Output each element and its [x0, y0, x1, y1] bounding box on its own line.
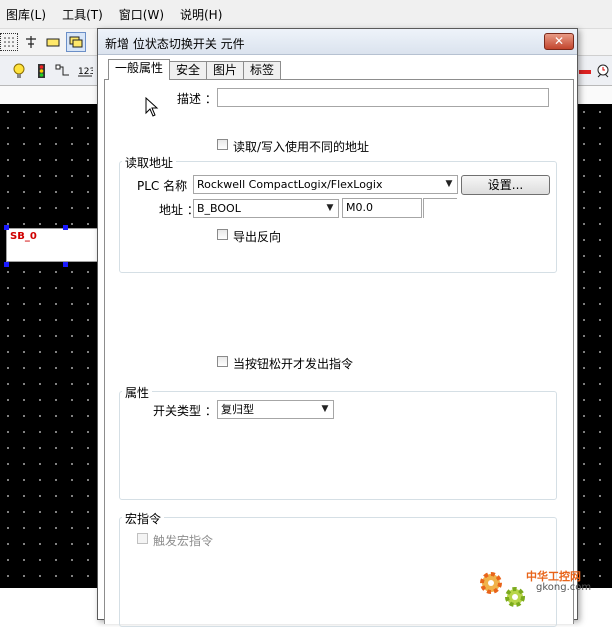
- address-suffix-input[interactable]: [423, 198, 457, 218]
- switch-type-label: 开关类型 ：: [153, 404, 217, 418]
- chevron-down-icon: ▼: [326, 203, 334, 213]
- resize-handle[interactable]: [4, 225, 9, 230]
- invert-output-label: 导出反向: [233, 230, 282, 244]
- mouse-cursor-icon: [145, 96, 159, 120]
- address-type-select[interactable]: B_BOOL ▼: [193, 199, 339, 218]
- plc-name-select[interactable]: Rockwell CompactLogix/FlexLogix ▼: [193, 175, 458, 194]
- grid-icon[interactable]: [0, 33, 18, 51]
- menu-bar: 图库(L) 工具(T) 窗口(W) 说明(H): [0, 0, 612, 28]
- tab-security[interactable]: 安全: [169, 61, 208, 80]
- description-input[interactable]: [217, 88, 549, 107]
- rw-diff-address-label: 读取/写入使用不同的地址: [233, 140, 370, 154]
- watermark-url: gkong.com: [536, 582, 592, 593]
- watermark: 中华工控网 gkong.com: [474, 562, 610, 618]
- resize-handle[interactable]: [63, 225, 68, 230]
- switch-icon[interactable]: [54, 62, 72, 80]
- rectangle-icon[interactable]: [44, 33, 62, 51]
- macro-title: 宏指令: [122, 510, 165, 527]
- menu-tools[interactable]: 工具(T): [62, 6, 103, 23]
- lightbulb-icon[interactable]: [10, 62, 28, 80]
- read-address-title: 读取地址: [122, 154, 177, 171]
- tab-general[interactable]: 一般属性: [108, 59, 171, 80]
- release-trigger-checkbox[interactable]: [217, 356, 228, 367]
- menu-library[interactable]: 图库(L): [6, 6, 46, 23]
- trigger-macro-checkbox[interactable]: [137, 533, 148, 544]
- attributes-title: 属性: [122, 384, 153, 401]
- address-type-value: B_BOOL: [197, 202, 241, 215]
- traffic-light-icon[interactable]: [32, 62, 50, 80]
- trigger-macro-label: 触发宏指令: [153, 534, 214, 548]
- layers-icon[interactable]: [66, 32, 86, 52]
- dialog-titlebar[interactable]: 新增 位状态切换开关 元件 ✕: [98, 29, 577, 55]
- description-label: 描述 ：: [177, 92, 217, 106]
- settings-button[interactable]: 设置...: [461, 175, 550, 195]
- dialog-title: 新增 位状态切换开关 元件: [105, 37, 245, 51]
- tab-picture[interactable]: 图片: [206, 61, 245, 80]
- close-icon: ✕: [553, 34, 565, 48]
- chevron-down-icon: ▼: [445, 179, 453, 189]
- tab-page-general: 描述 ： 读取/写入使用不同的地址 读取地址 PLC 名称 ： Rockwell…: [104, 79, 574, 627]
- chevron-down-icon: ▼: [321, 404, 329, 414]
- numeric-icon[interactable]: 123: [76, 62, 94, 80]
- new-element-dialog: 新增 位状态切换开关 元件 ✕ 一般属性 安全 图片 标签 描述 ： 读取/写入…: [97, 28, 578, 627]
- menu-help[interactable]: 说明(H): [180, 6, 222, 23]
- menu-window[interactable]: 窗口(W): [119, 6, 164, 23]
- tab-strip: 一般属性 安全 图片 标签: [108, 59, 282, 80]
- switch-type-select[interactable]: 复归型 ▼: [217, 400, 334, 419]
- tab-label[interactable]: 标签: [243, 61, 282, 80]
- canvas-element-sb0[interactable]: SB_0: [6, 228, 98, 262]
- alarm-icon[interactable]: [594, 62, 612, 80]
- element-label: SB_0: [10, 231, 37, 242]
- release-trigger-label: 当按钮松开才发出指令: [233, 357, 354, 371]
- address-input[interactable]: M0.0: [342, 198, 422, 218]
- resize-handle[interactable]: [63, 262, 68, 267]
- switch-type-value: 复归型: [221, 403, 254, 416]
- close-button[interactable]: ✕: [544, 33, 574, 50]
- invert-output-checkbox[interactable]: [217, 229, 228, 240]
- plc-name-value: Rockwell CompactLogix/FlexLogix: [197, 178, 383, 191]
- gear-icon: [502, 584, 528, 613]
- resize-handle[interactable]: [4, 262, 9, 267]
- rw-diff-address-checkbox[interactable]: [217, 139, 228, 150]
- snap-icon[interactable]: [22, 33, 40, 51]
- red-bar-icon[interactable]: [576, 63, 594, 81]
